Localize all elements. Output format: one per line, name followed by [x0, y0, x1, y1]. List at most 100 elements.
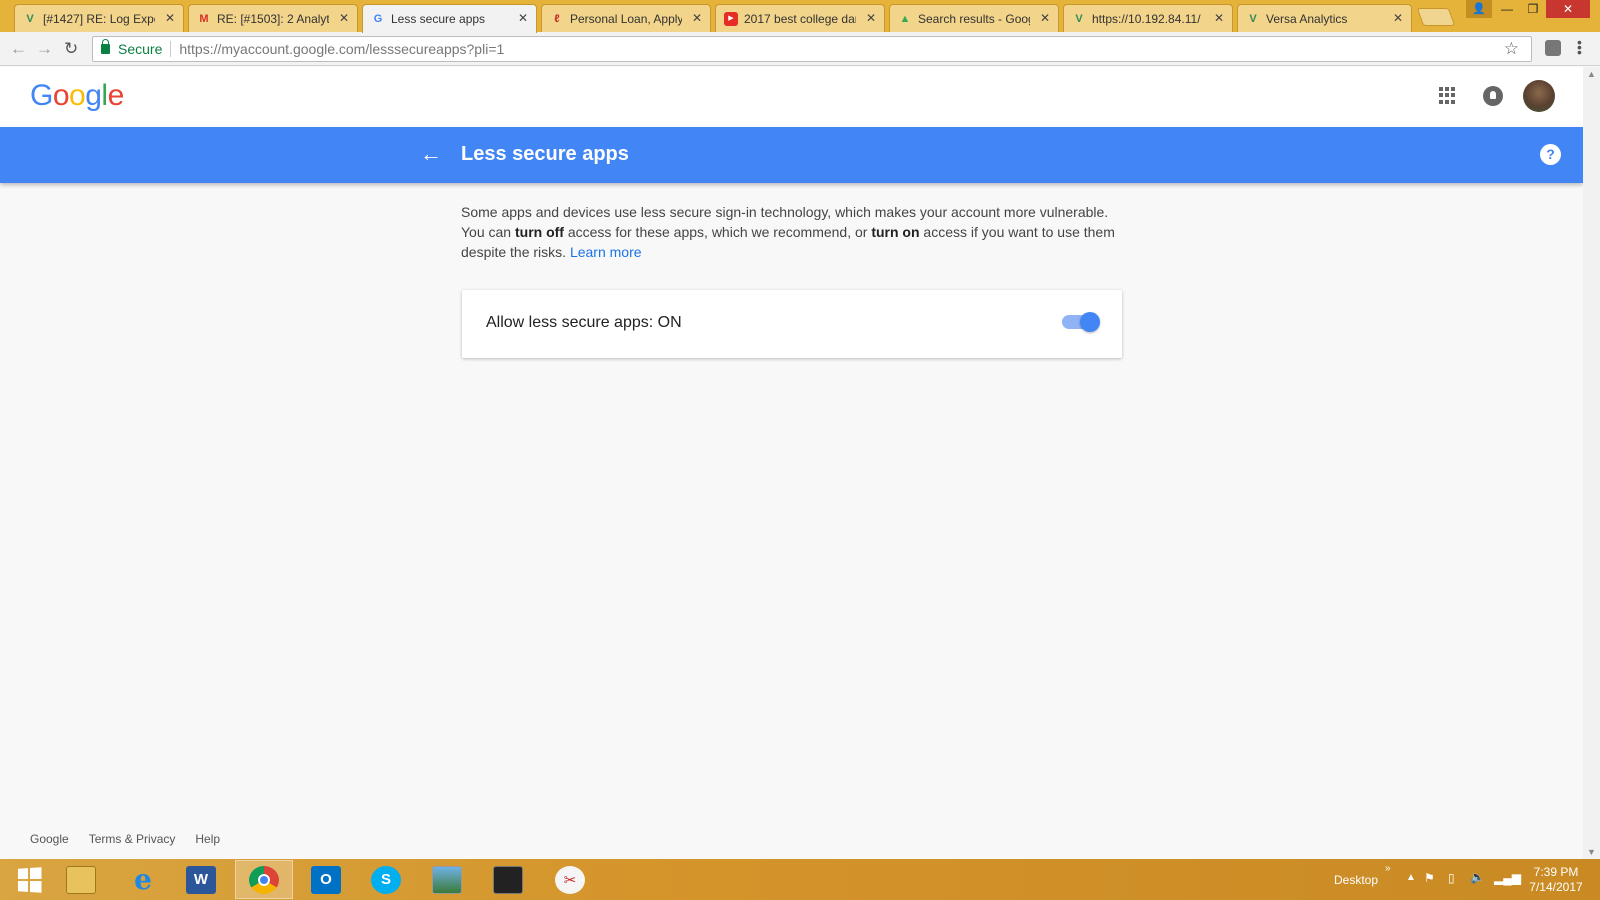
tab-personal-loan[interactable]: ℓ Personal Loan, Apply ✕ [541, 4, 711, 32]
taskbar-snipping-tool[interactable]: ✂ [541, 860, 599, 899]
page-title-bar: ← Less secure apps ? [0, 127, 1583, 183]
chrome-menu-icon[interactable]: • • • [1577, 35, 1582, 59]
page-scrollbar[interactable]: ▲ ▼ [1583, 67, 1600, 859]
volume-icon[interactable]: 🔈 [1470, 870, 1485, 884]
address-bar[interactable]: Secure https://myaccount.google.com/less… [92, 36, 1532, 62]
taskbar-word[interactable]: W [172, 860, 230, 899]
tab-label: Versa Analytics [1266, 11, 1348, 26]
file-explorer-icon [66, 865, 96, 894]
taskbar-outlook[interactable]: O [297, 860, 355, 899]
tab-versa-analytics[interactable]: V Versa Analytics ✕ [1237, 4, 1412, 32]
page-footer: Google Terms & Privacy Help [30, 832, 220, 846]
google-logo[interactable]: Google [30, 79, 124, 113]
close-window-icon[interactable]: ✕ [1546, 0, 1590, 18]
tab-label: Less secure apps [391, 12, 486, 26]
taskbar-skype[interactable]: S [357, 860, 415, 899]
photos-icon [432, 865, 462, 894]
close-tab-icon[interactable]: ✕ [692, 11, 702, 25]
browser-toolbar: ← → ↻ Secure https://myaccount.google.co… [0, 32, 1600, 66]
learn-more-link[interactable]: Learn more [570, 244, 642, 260]
outlook-icon: O [311, 865, 341, 894]
scroll-down-icon[interactable]: ▼ [1587, 847, 1596, 857]
omnibox-divider [170, 41, 172, 57]
url-host: https://myaccount.google.com [179, 41, 366, 57]
word-icon: W [186, 865, 216, 894]
youtube-icon: ▶ [724, 12, 738, 26]
tab-less-secure-apps[interactable]: G Less secure apps ✕ [362, 4, 537, 33]
desktop-toolbar-label[interactable]: Desktop [1334, 873, 1378, 887]
tab-label: Search results - Goog [918, 11, 1030, 26]
page-title: Less secure apps [461, 143, 629, 165]
extension-icon[interactable] [1545, 40, 1561, 56]
tab-ip-address[interactable]: V https://10.192.84.11/ ✕ [1063, 4, 1233, 32]
toggle-knob[interactable] [1080, 312, 1100, 332]
show-hidden-icons-icon[interactable]: ▲ [1406, 872, 1416, 883]
loan-icon: ℓ [554, 13, 560, 25]
tab-label: 2017 best college dar [744, 11, 856, 26]
action-center-flag-icon[interactable]: ⚑ [1424, 871, 1435, 885]
tab-gmail-analytics[interactable]: M RE: [#1503]: 2 Analytic ✕ [188, 4, 358, 32]
taskbar-file-explorer[interactable] [52, 860, 110, 899]
bookmark-star-icon[interactable]: ☆ [1504, 39, 1519, 59]
back-icon[interactable]: ← [10, 40, 27, 58]
snipping-tool-icon: ✂ [555, 865, 585, 894]
toolbar-expand-icon[interactable]: » [1385, 863, 1391, 874]
back-arrow-icon[interactable]: ← [420, 141, 442, 167]
taskbar-photos[interactable] [418, 860, 476, 899]
footer-google-link[interactable]: Google [30, 832, 69, 846]
tab-drive-search[interactable]: ▲ Search results - Goog ✕ [889, 4, 1059, 32]
versa-icon: V [26, 13, 34, 25]
scroll-up-icon[interactable]: ▲ [1587, 69, 1596, 79]
skype-icon: S [371, 865, 401, 894]
clock-date: 7/14/2017 [1529, 880, 1583, 894]
taskbar-chrome[interactable] [235, 860, 293, 899]
clock-time: 7:39 PM [1533, 865, 1579, 879]
footer-terms-link[interactable]: Terms & Privacy [89, 832, 176, 846]
profile-icon[interactable]: 👤 [1466, 0, 1492, 18]
new-tab-button[interactable] [1416, 8, 1456, 26]
close-tab-icon[interactable]: ✕ [866, 11, 876, 25]
taskbar-internet-explorer[interactable]: e [114, 860, 172, 899]
taskbar-terminal[interactable] [479, 860, 537, 899]
tab-label: Personal Loan, Apply [570, 11, 682, 26]
close-tab-icon[interactable]: ✕ [1214, 11, 1224, 25]
url-text[interactable]: https://myaccount.google.com/lesssecurea… [179, 41, 504, 57]
tab-label: RE: [#1503]: 2 Analytic [217, 11, 329, 26]
system-clock[interactable]: 7:39 PM 7/14/2017 [1520, 865, 1592, 895]
lock-icon [101, 39, 110, 54]
versa-icon: V [1075, 13, 1083, 25]
start-button[interactable] [0, 860, 58, 899]
setting-label: Allow less secure apps: ON [486, 314, 682, 331]
minimize-icon[interactable]: — [1494, 0, 1520, 18]
account-header: Google [0, 67, 1583, 127]
gmail-icon: M [199, 13, 209, 25]
power-icon[interactable]: ▯ [1448, 871, 1455, 885]
window-controls: — ❐ ✕ [1494, 0, 1590, 20]
allow-less-secure-apps-toggle[interactable] [1062, 312, 1100, 332]
description-text: Some apps and devices use less secure si… [461, 204, 1115, 260]
tab-log-export[interactable]: V [#1427] RE: Log Expor ✕ [14, 4, 184, 32]
network-icon[interactable]: ▂▄▆ [1494, 871, 1521, 885]
reload-icon[interactable]: ↻ [64, 40, 78, 58]
restore-icon[interactable]: ❐ [1520, 0, 1546, 18]
drive-icon: ▲ [899, 13, 911, 25]
close-tab-icon[interactable]: ✕ [339, 11, 349, 25]
footer-help-link[interactable]: Help [195, 832, 220, 846]
close-tab-icon[interactable]: ✕ [1040, 11, 1050, 25]
internet-explorer-icon: e [134, 863, 152, 896]
tab-label: https://10.192.84.11/ [1092, 11, 1201, 26]
tab-youtube[interactable]: ▶ 2017 best college dar ✕ [715, 4, 885, 32]
windows-taskbar: e W O S ✂ Desktop » ▲ ⚑ ▯ 🔈 ▂▄▆ 7:39 PM … [0, 859, 1600, 900]
browser-tab-strip: V [#1427] RE: Log Expor ✕ M RE: [#1503]:… [0, 0, 1600, 33]
apps-grid-icon[interactable] [1439, 87, 1456, 104]
forward-icon[interactable]: → [36, 40, 53, 58]
avatar[interactable] [1523, 80, 1555, 112]
terminal-icon [493, 865, 523, 894]
close-tab-icon[interactable]: ✕ [1393, 11, 1403, 25]
windows-icon [17, 866, 42, 893]
close-tab-icon[interactable]: ✕ [518, 11, 528, 25]
close-tab-icon[interactable]: ✕ [165, 11, 175, 25]
help-icon[interactable]: ? [1540, 144, 1561, 165]
notifications-icon[interactable] [1483, 86, 1503, 106]
setting-card: Allow less secure apps: ON [462, 290, 1122, 358]
